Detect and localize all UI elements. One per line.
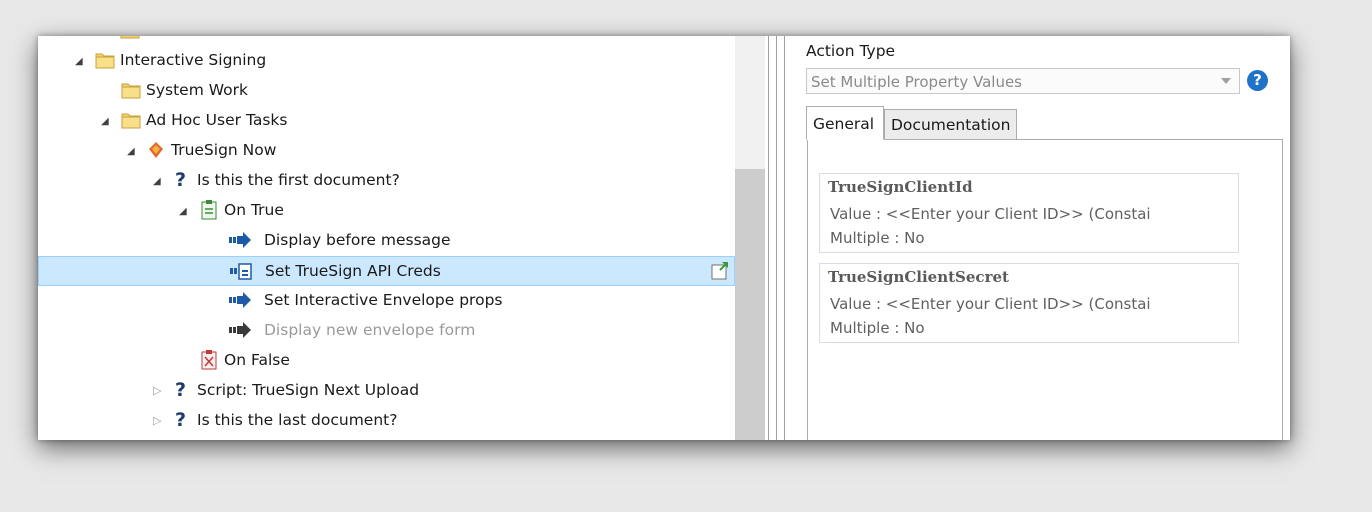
property-multiple: Multiple : No <box>830 319 925 337</box>
expanded-arrow-icon[interactable]: ◢ <box>179 206 187 217</box>
expanded-arrow-icon[interactable]: ◢ <box>127 146 135 157</box>
folder-icon <box>121 113 141 129</box>
property-name: TrueSignClientId <box>828 178 973 196</box>
condition-icon: ? <box>175 409 187 431</box>
tree-item-ad-hoc-user-tasks[interactable]: ◢ Ad Hoc User Tasks <box>38 106 735 136</box>
property-card-truesignclientsecret[interactable]: TrueSignClientSecret Value : <<Enter you… <box>819 263 1239 343</box>
expanded-arrow-icon[interactable]: ◢ <box>153 176 161 187</box>
edit-properties-icon[interactable] <box>710 261 730 281</box>
tree-item-set-interactive-envelope-props[interactable]: Set Interactive Envelope props <box>38 286 735 316</box>
tab-general[interactable]: General <box>806 106 884 140</box>
on-false-icon <box>201 350 217 370</box>
condition-icon: ? <box>175 379 187 401</box>
task-icon <box>149 142 163 158</box>
tree-item-truesign-now[interactable]: ◢ TrueSign Now <box>38 136 735 166</box>
property-name: TrueSignClientSecret <box>828 268 1009 286</box>
action-arrow-icon <box>229 232 251 248</box>
folder-icon <box>95 53 115 69</box>
tree-item-label: Is this the first document? <box>197 171 400 189</box>
workflow-designer-window: ◢ Interactive Signing System Work ◢ Ad H… <box>38 36 1290 440</box>
expanded-arrow-icon[interactable]: ◢ <box>101 116 109 127</box>
tree-item-last-document-condition[interactable]: ▷ ? Is this the last document? <box>38 406 735 436</box>
folder-icon <box>121 83 141 99</box>
tree-item-label: System Work <box>146 81 248 99</box>
tree-item-label: Is this the last document? <box>197 411 398 429</box>
property-multiple: Multiple : No <box>830 229 925 247</box>
tree-item-label: On False <box>224 351 290 369</box>
expanded-arrow-icon[interactable]: ◢ <box>75 56 83 67</box>
action-type-value: Set Multiple Property Values <box>811 73 1022 91</box>
tree-scrollbar-thumb[interactable] <box>735 169 765 440</box>
tree-item-on-true[interactable]: ◢ On True <box>38 196 735 226</box>
tree-item-label: On True <box>224 201 284 219</box>
tree-item-label: Set TrueSign API Creds <box>265 262 441 280</box>
tree-item-label: Ad Hoc User Tasks <box>146 111 288 129</box>
action-arrow-icon <box>229 322 251 338</box>
tree-item-label: TrueSign Now <box>171 141 277 159</box>
tree-item-system-work[interactable]: System Work <box>38 76 735 106</box>
tree-item-label: Script: TrueSign Next Upload <box>197 381 420 399</box>
set-properties-icon <box>230 263 252 280</box>
tree-item-label: Interactive Signing <box>120 51 267 69</box>
action-arrow-icon <box>229 292 251 308</box>
splitter-line <box>768 36 769 440</box>
workflow-tree[interactable]: ◢ Interactive Signing System Work ◢ Ad H… <box>38 36 735 440</box>
condition-icon: ? <box>175 169 187 191</box>
property-card-truesignclientid[interactable]: TrueSignClientId Value : <<Enter your Cl… <box>819 173 1239 253</box>
tree-scrollbar[interactable] <box>735 36 765 440</box>
splitter-line <box>784 36 785 440</box>
tree-item-interactive-signing[interactable]: ◢ Interactive Signing <box>38 46 735 76</box>
tree-item-display-new-envelope-form[interactable]: Display new envelope form <box>38 316 735 346</box>
splitter-line <box>776 36 777 440</box>
tree-item-first-document-condition[interactable]: ◢ ? Is this the first document? <box>38 166 735 196</box>
action-type-label: Action Type <box>806 42 896 60</box>
tab-documentation[interactable]: Documentation <box>884 109 1017 140</box>
collapsed-arrow-icon[interactable]: ▷ <box>153 384 161 397</box>
tree-item-label: Display before message <box>264 231 451 249</box>
folder-icon <box>120 36 140 39</box>
chevron-down-icon[interactable] <box>1221 78 1231 84</box>
help-icon[interactable]: ? <box>1247 70 1268 91</box>
properties-pane: Action Type Set Multiple Property Values… <box>791 36 1290 440</box>
pane-splitter[interactable] <box>765 36 791 440</box>
tree-item-display-before-message[interactable]: Display before message <box>38 226 735 256</box>
action-type-select[interactable]: Set Multiple Property Values <box>806 68 1240 94</box>
on-true-icon <box>201 200 217 220</box>
property-value: Value : <<Enter your Client ID>> (Consta… <box>830 205 1151 223</box>
tree-item-on-false[interactable]: On False <box>38 346 735 376</box>
tree-item-set-truesign-api-creds[interactable]: Set TrueSign API Creds <box>38 256 735 286</box>
property-value: Value : <<Enter your Client ID>> (Consta… <box>830 295 1151 313</box>
tree-item-script-truesign-next-upload[interactable]: ▷ ? Script: TrueSign Next Upload <box>38 376 735 406</box>
collapsed-arrow-icon[interactable]: ▷ <box>153 414 161 427</box>
tree-item-label: Display new envelope form <box>264 321 476 339</box>
tree-item-label: Set Interactive Envelope props <box>264 291 503 309</box>
